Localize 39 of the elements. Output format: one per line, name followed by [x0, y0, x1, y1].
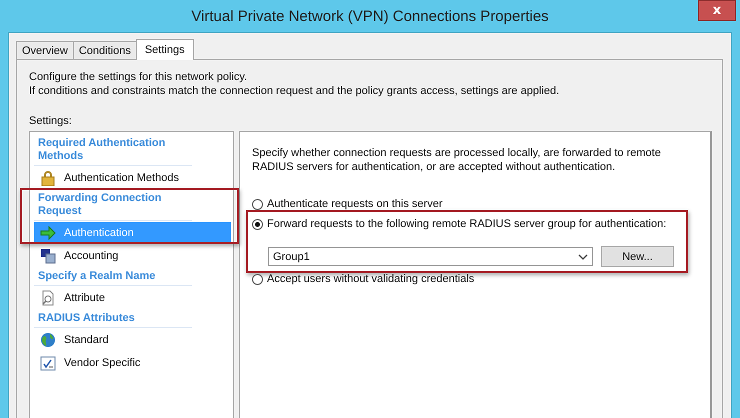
radio-label: Accept users without validating credentials [267, 273, 474, 285]
item-label: Attribute [64, 292, 105, 304]
radio-button[interactable] [252, 274, 263, 284]
list-item[interactable]: Attribute [34, 287, 231, 309]
list-item[interactable]: Vendor Specific [34, 352, 231, 374]
item-label: Standard [64, 334, 109, 346]
description-text: Specify whether connection requests are processed locally, are forwarded to remote RADIUS servers for authentication, or are accepted without authentication. [252, 146, 662, 174]
radio-button[interactable] [252, 198, 263, 210]
group-heading: Specify a Realm Name [34, 268, 192, 286]
description-text: Configure the settings for this network policy. [29, 70, 248, 84]
radio-button[interactable] [252, 218, 263, 230]
radio-label: Forward requests to the following remote RADIUS server group for authentication: [267, 218, 666, 230]
item-label: Accounting [64, 250, 118, 262]
caret-icon [578, 254, 588, 260]
group-heading: RADIUS Attributes [34, 310, 192, 328]
item-label: Authentication Methods [64, 172, 179, 184]
tab[interactable]: Conditions [72, 41, 137, 59]
description-text: If conditions and constraints match the connection request and the policy grants access, settings are applied. [29, 84, 560, 98]
list-item[interactable]: Standard [34, 329, 231, 351]
close-button[interactable]: x [698, 0, 736, 21]
group-heading: Required Authentication Methods [34, 135, 192, 166]
group-dropdown[interactable]: Group1 [268, 247, 593, 266]
tab[interactable]: Settings [136, 39, 194, 60]
lock-icon [40, 170, 56, 186]
settings-label: Settings: [29, 114, 73, 128]
group-heading: Forwarding Connection Request [34, 190, 192, 221]
arrow-icon [40, 225, 56, 241]
checkbox-document-icon [40, 355, 56, 371]
item-label: Vendor Specific [64, 357, 140, 369]
globe-icon [40, 332, 56, 348]
radio-label: Authenticate requests on this server [267, 198, 442, 210]
item-label: Authentication [64, 227, 134, 239]
window-title: Virtual Private Network (VPN) Connections Properties [191, 8, 549, 24]
list-item[interactable]: Accounting [34, 245, 231, 267]
tab[interactable]: Overview [16, 41, 74, 59]
magnifier-document-icon [40, 290, 56, 306]
new-button[interactable]: New... [601, 246, 674, 267]
list-item[interactable]: Authentication Methods [34, 167, 231, 189]
computer-icon [40, 248, 56, 264]
